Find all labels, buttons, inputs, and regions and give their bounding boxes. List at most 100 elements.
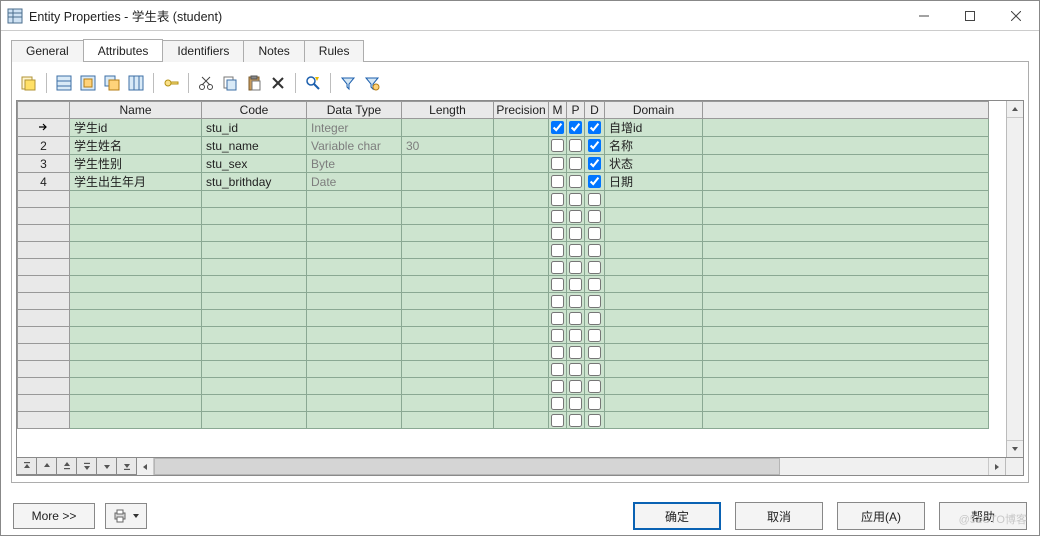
checkbox-d[interactable] xyxy=(588,363,601,376)
checkbox-p[interactable] xyxy=(569,346,582,359)
row-number-empty[interactable] xyxy=(18,276,70,293)
table-row[interactable]: 2学生姓名stu_nameVariable char30名称 xyxy=(18,137,989,155)
row-number-empty[interactable] xyxy=(18,412,70,429)
checkbox-d[interactable] xyxy=(588,397,601,410)
col-header-name[interactable]: Name xyxy=(70,102,202,119)
table-row-empty[interactable] xyxy=(18,378,989,395)
row-number-empty[interactable] xyxy=(18,327,70,344)
checkbox-m[interactable] xyxy=(551,193,564,206)
checkbox-m[interactable] xyxy=(551,121,564,134)
checkbox-m[interactable] xyxy=(551,261,564,274)
cell-code[interactable]: stu_id xyxy=(202,119,307,137)
cell-datatype[interactable]: Byte xyxy=(307,155,402,173)
checkbox-d[interactable] xyxy=(588,312,601,325)
checkbox-p[interactable] xyxy=(569,414,582,427)
row-number-empty[interactable] xyxy=(18,208,70,225)
scroll-right-icon[interactable] xyxy=(988,458,1005,475)
row-number[interactable]: 4 xyxy=(18,173,70,191)
add-row-icon[interactable] xyxy=(77,72,99,94)
tab-notes[interactable]: Notes xyxy=(243,40,304,62)
table-row-empty[interactable] xyxy=(18,327,989,344)
cell-name[interactable]: 学生性别 xyxy=(70,155,202,173)
table-row-empty[interactable] xyxy=(18,259,989,276)
row-number-empty[interactable] xyxy=(18,259,70,276)
checkbox-m[interactable] xyxy=(551,227,564,240)
move-down-icon[interactable] xyxy=(97,458,117,475)
checkbox-d[interactable] xyxy=(588,139,601,152)
row-number-empty[interactable] xyxy=(18,225,70,242)
cancel-button[interactable]: 取消 xyxy=(735,502,823,530)
key-icon[interactable] xyxy=(160,72,182,94)
checkbox-p[interactable] xyxy=(569,157,582,170)
move-down2-icon[interactable] xyxy=(77,458,97,475)
move-top-icon[interactable] xyxy=(17,458,37,475)
cell-name[interactable]: 学生姓名 xyxy=(70,137,202,155)
checkbox-d[interactable] xyxy=(588,329,601,342)
checkbox-m[interactable] xyxy=(551,278,564,291)
cell-length[interactable] xyxy=(402,173,494,191)
checkbox-p[interactable] xyxy=(569,261,582,274)
move-up2-icon[interactable] xyxy=(57,458,77,475)
more-button[interactable]: More >> xyxy=(13,503,95,529)
row-number-empty[interactable] xyxy=(18,344,70,361)
checkbox-m[interactable] xyxy=(551,346,564,359)
cell-domain[interactable]: 自增id xyxy=(605,119,703,137)
row-number-empty[interactable] xyxy=(18,378,70,395)
cell-precision[interactable] xyxy=(494,119,549,137)
cell-datatype[interactable]: Integer xyxy=(307,119,402,137)
vertical-scrollbar[interactable] xyxy=(1006,101,1023,457)
ok-button[interactable]: 确定 xyxy=(633,502,721,530)
checkbox-p[interactable] xyxy=(569,210,582,223)
checkbox-p[interactable] xyxy=(569,121,582,134)
checkbox-m[interactable] xyxy=(551,329,564,342)
cell-domain[interactable]: 名称 xyxy=(605,137,703,155)
filter-settings-icon[interactable] xyxy=(361,72,383,94)
checkbox-p[interactable] xyxy=(569,397,582,410)
cell-name[interactable]: 学生id xyxy=(70,119,202,137)
cell-length[interactable] xyxy=(402,155,494,173)
tab-attributes[interactable]: Attributes xyxy=(83,39,164,61)
table-row-empty[interactable] xyxy=(18,361,989,378)
minimize-button[interactable] xyxy=(901,1,947,30)
col-header-p[interactable]: P xyxy=(567,102,585,119)
paste-icon[interactable] xyxy=(243,72,265,94)
col-header-datatype[interactable]: Data Type xyxy=(307,102,402,119)
checkbox-d[interactable] xyxy=(588,261,601,274)
table-row-empty[interactable] xyxy=(18,242,989,259)
scroll-left-icon[interactable] xyxy=(137,458,154,475)
checkbox-m[interactable] xyxy=(551,414,564,427)
checkbox-m[interactable] xyxy=(551,295,564,308)
checkbox-p[interactable] xyxy=(569,380,582,393)
cell-domain[interactable]: 状态 xyxy=(605,155,703,173)
filter-icon[interactable] xyxy=(337,72,359,94)
table-row[interactable]: 学生idstu_idInteger 自增id xyxy=(18,119,989,137)
checkbox-d[interactable] xyxy=(588,193,601,206)
checkbox-p[interactable] xyxy=(569,295,582,308)
row-number-empty[interactable] xyxy=(18,191,70,208)
tab-identifiers[interactable]: Identifiers xyxy=(162,40,244,62)
table-row-empty[interactable] xyxy=(18,225,989,242)
checkbox-m[interactable] xyxy=(551,397,564,410)
col-header-m[interactable]: M xyxy=(549,102,567,119)
apply-button[interactable]: 应用(A) xyxy=(837,502,925,530)
cut-icon[interactable] xyxy=(195,72,217,94)
scroll-up-icon[interactable] xyxy=(1007,101,1023,118)
checkbox-p[interactable] xyxy=(569,363,582,376)
horizontal-scrollbar[interactable] xyxy=(137,458,1006,475)
cell-datatype[interactable]: Variable char xyxy=(307,137,402,155)
col-header-code[interactable]: Code xyxy=(202,102,307,119)
checkbox-m[interactable] xyxy=(551,210,564,223)
checkbox-p[interactable] xyxy=(569,227,582,240)
tab-rules[interactable]: Rules xyxy=(304,40,365,62)
hscroll-thumb[interactable] xyxy=(154,458,780,475)
checkbox-d[interactable] xyxy=(588,380,601,393)
col-header-precision[interactable]: Precision xyxy=(494,102,549,119)
col-header-d[interactable]: D xyxy=(585,102,605,119)
checkbox-p[interactable] xyxy=(569,244,582,257)
cell-name[interactable]: 学生出生年月 xyxy=(70,173,202,191)
checkbox-p[interactable] xyxy=(569,193,582,206)
checkbox-d[interactable] xyxy=(588,414,601,427)
maximize-button[interactable] xyxy=(947,1,993,30)
col-header-domain[interactable]: Domain xyxy=(605,102,703,119)
checkbox-d[interactable] xyxy=(588,227,601,240)
